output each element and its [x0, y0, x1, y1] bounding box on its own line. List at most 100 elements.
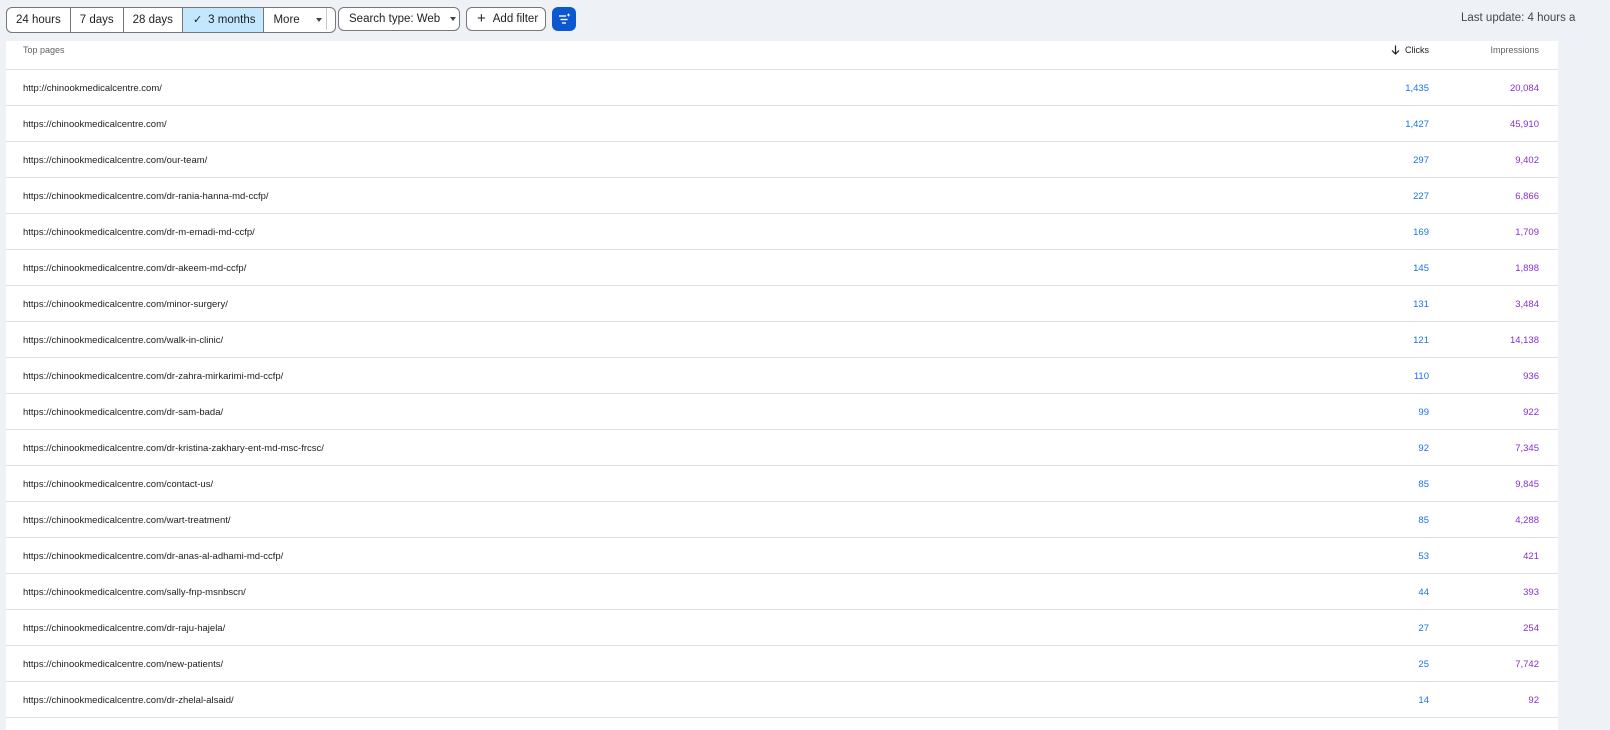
- clicks-cell: 145: [1413, 263, 1429, 274]
- clicks-cell: 27: [1418, 623, 1429, 634]
- filter-settings-button[interactable]: [552, 7, 576, 31]
- page-url-cell: https://chinookmedicalcentre.com/our-tea…: [23, 155, 208, 166]
- clicks-cell: 110: [1413, 371, 1429, 382]
- clicks-cell: 297: [1413, 155, 1429, 166]
- caret-down-icon: [450, 17, 457, 21]
- table-row[interactable]: https://chinookmedicalcentre.com/dr-anas…: [6, 538, 1558, 574]
- clicks-cell: 25: [1418, 659, 1429, 670]
- clicks-cell: 1,435: [1405, 83, 1429, 94]
- table-row[interactable]: https://chinookmedicalcentre.com/contact…: [6, 466, 1558, 502]
- date-range-selector: 24 hours 7 days 28 days ✓ 3 months More: [6, 7, 336, 33]
- table-row[interactable]: https://chinookmedicalcentre.com/dr-raju…: [6, 610, 1558, 646]
- date-range-label: 28 days: [132, 14, 173, 26]
- top-pages-table: Top pages Clicks Impressions http://chin…: [6, 41, 1558, 730]
- clicks-cell: 99: [1418, 407, 1429, 418]
- table-row[interactable]: https://chinookmedicalcentre.com/dr-zahr…: [6, 358, 1558, 394]
- page-url-cell: https://chinookmedicalcentre.com/dr-raju…: [23, 623, 226, 634]
- impressions-cell: 393: [1523, 587, 1539, 598]
- column-header-clicks-label: Clicks: [1405, 45, 1429, 55]
- column-header-pages: Top pages: [23, 45, 65, 55]
- plus-icon: +: [477, 10, 486, 27]
- page-url-cell: https://chinookmedicalcentre.com/dr-sam-…: [23, 407, 224, 418]
- impressions-cell: 1,898: [1515, 263, 1539, 274]
- last-update-text: Last update: 4 hours a: [1461, 12, 1576, 24]
- page-url-cell: https://chinookmedicalcentre.com/dr-akee…: [23, 263, 247, 274]
- table-row[interactable]: https://chinookmedicalcentre.com/dr-akee…: [6, 250, 1558, 286]
- table-header: Top pages Clicks Impressions: [6, 41, 1558, 70]
- page-url-cell: https://chinookmedicalcentre.com/dr-zahr…: [23, 371, 284, 382]
- impressions-cell: 1,709: [1515, 227, 1539, 238]
- clicks-cell: 131: [1413, 299, 1429, 310]
- table-row[interactable]: https://chinookmedicalcentre.com/dr-zhel…: [6, 682, 1558, 718]
- date-range-7-days[interactable]: 7 days: [71, 8, 124, 32]
- impressions-cell: 3,484: [1515, 299, 1539, 310]
- impressions-cell: 14,138: [1509, 335, 1539, 346]
- impressions-cell: 20,084: [1509, 83, 1539, 94]
- table-row[interactable]: https://chinookmedicalcentre.com/minor-s…: [6, 286, 1558, 322]
- impressions-cell: 7,742: [1515, 659, 1539, 670]
- impressions-cell: 9,402: [1515, 155, 1539, 166]
- table-row[interactable]: https://chinookmedicalcentre.com/dr-rani…: [6, 178, 1558, 214]
- table-row[interactable]: https://chinookmedicalcentre.com/walk-in…: [6, 322, 1558, 358]
- date-range-label: 24 hours: [16, 14, 61, 26]
- table-row[interactable]: https://chinookmedicalcentre.com/1,427 45…: [6, 106, 1558, 142]
- clicks-cell: 92: [1418, 443, 1429, 454]
- page-url-cell: https://chinookmedicalcentre.com/: [23, 119, 167, 130]
- toolbar: 24 hours 7 days 28 days ✓ 3 months More …: [0, 0, 1610, 38]
- date-range-label: More: [273, 14, 300, 26]
- impressions-cell: 4,288: [1515, 515, 1539, 526]
- caret-down-icon: [315, 18, 322, 22]
- table-row[interactable]: https://chinookmedicalcentre.com/dr-m-em…: [6, 214, 1558, 250]
- add-filter-label: Add filter: [492, 13, 539, 25]
- date-range-label: 3 months: [208, 14, 256, 26]
- column-header-clicks[interactable]: Clicks: [1391, 45, 1429, 55]
- impressions-cell: 6,866: [1515, 191, 1539, 202]
- page-url-cell: https://chinookmedicalcentre.com/walk-in…: [23, 335, 224, 346]
- page-url-cell: https://chinookmedicalcentre.com/minor-s…: [23, 299, 228, 310]
- date-range-28-days[interactable]: 28 days: [124, 8, 183, 32]
- impressions-cell: 92: [1528, 695, 1539, 706]
- page-url-cell: https://chinookmedicalcentre.com/wart-tr…: [23, 515, 231, 526]
- clicks-cell: 1,427: [1405, 119, 1429, 130]
- clicks-cell: 85: [1418, 515, 1429, 526]
- impressions-cell: 936: [1523, 371, 1539, 382]
- clicks-cell: 121: [1413, 335, 1429, 346]
- clicks-cell: 44: [1418, 587, 1429, 598]
- page-url-cell: https://chinookmedicalcentre.com/dr-zhel…: [23, 695, 234, 706]
- impressions-cell: 254: [1523, 623, 1539, 634]
- impressions-cell: 9,845: [1515, 479, 1539, 490]
- clicks-cell: 53: [1418, 551, 1429, 562]
- impressions-cell: 45,910: [1509, 119, 1539, 130]
- table-row[interactable]: https://chinookmedicalcentre.com/new-pat…: [6, 646, 1558, 682]
- table-row[interactable]: https://chinookmedicalcentre.com/our-tea…: [6, 142, 1558, 178]
- table-row[interactable]: https://chinookmedicalcentre.com/wart-tr…: [6, 502, 1558, 538]
- table-row[interactable]: http://chinookmedicalcentre.com/1,435 20,…: [6, 70, 1558, 106]
- page-url-cell: http://chinookmedicalcentre.com/: [23, 83, 162, 94]
- table-row[interactable]: https://chinookmedicalcentre.com/dr-sam-…: [6, 394, 1558, 430]
- check-icon: ✓: [192, 14, 203, 26]
- clicks-cell: 85: [1418, 479, 1429, 490]
- add-filter-button[interactable]: + Add filter: [466, 7, 546, 31]
- impressions-cell: 922: [1523, 407, 1539, 418]
- table-row[interactable]: https://chinookmedicalcentre.com/dr-kris…: [6, 430, 1558, 466]
- impressions-cell: 7,345: [1515, 443, 1539, 454]
- page-url-cell: https://chinookmedicalcentre.com/dr-anas…: [23, 551, 284, 562]
- date-range-3-months[interactable]: ✓ 3 months: [182, 8, 265, 32]
- arrow-down-icon: [1391, 45, 1400, 55]
- page-url-cell: https://chinookmedicalcentre.com/new-pat…: [23, 659, 224, 670]
- clicks-cell: 14: [1418, 695, 1429, 706]
- page-url-cell: https://chinookmedicalcentre.com/contact…: [23, 479, 214, 490]
- table-row[interactable]: https://chinookmedicalcentre.com/sally-f…: [6, 574, 1558, 610]
- column-header-impressions[interactable]: Impressions: [1490, 45, 1539, 55]
- page-url-cell: https://chinookmedicalcentre.com/sally-f…: [23, 587, 246, 598]
- date-range-label: 7 days: [79, 14, 114, 26]
- filter-sparkle-icon: [559, 13, 571, 24]
- date-range-24-hours[interactable]: 24 hours: [7, 8, 71, 32]
- impressions-cell: 421: [1523, 551, 1539, 562]
- clicks-cell: 227: [1413, 191, 1429, 202]
- date-range-more-dropdown[interactable]: More: [264, 8, 334, 32]
- page-url-cell: https://chinookmedicalcentre.com/dr-rani…: [23, 191, 269, 202]
- toolbar-divider: [326, 8, 327, 30]
- page-url-cell: https://chinookmedicalcentre.com/dr-m-em…: [23, 227, 255, 238]
- search-type-dropdown[interactable]: Search type: Web: [338, 7, 460, 31]
